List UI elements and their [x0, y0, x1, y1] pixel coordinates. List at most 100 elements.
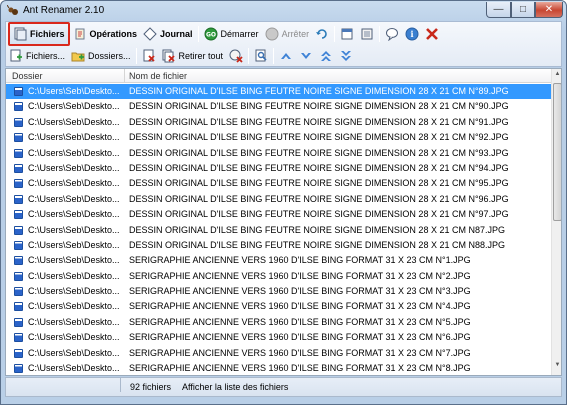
jpg-file-icon	[14, 210, 23, 220]
minimize-icon: —	[493, 4, 504, 15]
toolbar-separator	[379, 25, 381, 42]
row-folder: C:\Users\Seb\Deskto...	[28, 347, 120, 358]
jpg-file-icon	[14, 317, 23, 327]
table-row[interactable]: C:\Users\Seb\Deskto... DESSIN ORIGINAL D'…	[6, 84, 551, 100]
column-header-nom-de-fichier[interactable]: Nom de fichier	[129, 71, 187, 81]
jpg-file-icon	[14, 117, 23, 127]
jpg-file-icon	[14, 133, 23, 143]
operations-tab-button[interactable]: Opérations	[70, 24, 141, 43]
jpg-file-icon	[14, 179, 23, 189]
add-folders-button[interactable]: Dossiers...	[68, 46, 134, 65]
table-row[interactable]: C:\Users\Seb\Deskto... SERIGRAPHIE ANCIEN…	[6, 346, 551, 361]
jpg-file-icon	[14, 87, 23, 96]
toolbar-separator	[273, 47, 275, 64]
table-row[interactable]: C:\Users\Seb\Deskto... DESSIN ORIGINAL D'…	[6, 130, 551, 145]
add-folders-label: Dossiers...	[88, 50, 131, 61]
fichiers-tab-button[interactable]: Fichiers	[8, 21, 70, 46]
journal-label: Journal	[160, 28, 193, 39]
arreter-button[interactable]: Arrêter	[262, 24, 313, 43]
maximize-button[interactable]: □	[511, 2, 535, 18]
table-row[interactable]: C:\Users\Seb\Deskto... DESSIN ORIGINAL D'…	[6, 146, 551, 161]
fichiers-label: Fichiers	[30, 28, 65, 39]
arrow-down-icon	[301, 52, 312, 59]
table-row[interactable]: C:\Users\Seb\Deskto... SERIGRAPHIE ANCIEN…	[6, 330, 551, 345]
column-header-dossier[interactable]: Dossier	[12, 71, 43, 81]
table-row[interactable]: C:\Users\Seb\Deskto... SERIGRAPHIE ANCIEN…	[6, 315, 551, 330]
row-folder: C:\Users\Seb\Deskto...	[28, 209, 120, 220]
table-row[interactable]: C:\Users\Seb\Deskto... DESSIN ORIGINAL D'…	[6, 207, 551, 222]
scroll-thumb[interactable]	[553, 83, 561, 221]
row-folder: C:\Users\Seb\Deskto...	[28, 224, 120, 235]
info-icon: i	[405, 27, 419, 40]
vertical-scrollbar[interactable]: ▲ ▼	[551, 69, 561, 375]
row-folder: C:\Users\Seb\Deskto...	[28, 270, 120, 281]
app-window: Ant Renamer 2.10 — □ ✕ Fichiers Opératio…	[0, 0, 567, 405]
remove-selected-button[interactable]	[139, 46, 159, 65]
table-row[interactable]: C:\Users\Seb\Deskto... SERIGRAPHIE ANCIEN…	[6, 253, 551, 268]
double-arrow-up-icon	[321, 50, 332, 61]
demarrer-button[interactable]: GO Démarrer	[201, 24, 262, 43]
jpg-file-icon	[14, 240, 23, 250]
table-row[interactable]: C:\Users\Seb\Deskto... DESSIN ORIGINAL D'…	[6, 192, 551, 207]
maximize-icon: □	[519, 4, 527, 15]
row-filename: DESSIN ORIGINAL D'ILSE BING FEUTRE NOIRE…	[129, 86, 509, 96]
window-layout-button[interactable]	[337, 24, 357, 43]
journal-tab-button[interactable]: Journal	[140, 24, 196, 43]
remove-all-button[interactable]: Retirer tout	[159, 46, 227, 65]
list-header: Dossier Nom de fichier	[6, 69, 551, 83]
info-button[interactable]: i	[402, 24, 422, 43]
close-button[interactable]: ✕	[535, 2, 563, 18]
row-folder: C:\Users\Seb\Deskto...	[28, 239, 120, 250]
arrow-up-icon	[281, 52, 292, 59]
title-bar[interactable]: Ant Renamer 2.10 — □ ✕	[1, 1, 566, 21]
file-info-button[interactable]	[251, 46, 271, 65]
table-row[interactable]: C:\Users\Seb\Deskto... DESSIN ORIGINAL D'…	[6, 115, 551, 130]
jpg-file-icon	[14, 102, 23, 112]
row-folder: C:\Users\Seb\Deskto...	[28, 193, 120, 204]
jpg-file-icon	[14, 194, 23, 204]
minimize-button[interactable]: —	[486, 2, 511, 18]
row-filename: DESSIN ORIGINAL D'ILSE BING FEUTRE NOIRE…	[129, 209, 509, 220]
go-icon: GO	[204, 27, 218, 40]
row-filename: SERIGRAPHIE ANCIENNE VERS 1960 D'ILSE BI…	[129, 301, 471, 312]
move-top-button[interactable]	[316, 46, 336, 65]
table-row[interactable]: C:\Users\Seb\Deskto... SERIGRAPHIE ANCIEN…	[6, 299, 551, 314]
operations-label: Opérations	[89, 28, 138, 39]
row-folder: C:\Users\Seb\Deskto...	[28, 101, 120, 112]
ant-app-icon	[7, 5, 18, 15]
undo-button[interactable]	[312, 24, 332, 43]
remove-dead-button[interactable]	[226, 46, 246, 65]
add-files-button[interactable]: Fichiers...	[6, 46, 68, 65]
table-row[interactable]: C:\Users\Seb\Deskto... DESSIN ORIGINAL D'…	[6, 99, 551, 114]
settings-button[interactable]	[357, 24, 377, 43]
table-row[interactable]: C:\Users\Seb\Deskto... SERIGRAPHIE ANCIEN…	[6, 361, 551, 375]
row-filename: SERIGRAPHIE ANCIENNE VERS 1960 D'ILSE BI…	[129, 286, 471, 297]
move-up-button[interactable]	[276, 46, 296, 65]
table-row[interactable]: C:\Users\Seb\Deskto... DESSIN ORIGINAL D'…	[6, 161, 551, 176]
table-row[interactable]: C:\Users\Seb\Deskto... SERIGRAPHIE ANCIEN…	[6, 284, 551, 299]
scroll-up-icon[interactable]: ▲	[553, 71, 561, 82]
toolbar-separator	[248, 47, 250, 64]
row-filename: DESSIN ORIGINAL D'ILSE BING FEUTRE NOIRE…	[129, 162, 509, 173]
double-arrow-down-icon	[341, 50, 352, 61]
settings-icon	[361, 28, 373, 39]
scroll-down-icon[interactable]: ▼	[553, 362, 561, 373]
move-down-button[interactable]	[296, 46, 316, 65]
move-bottom-button[interactable]	[336, 46, 356, 65]
file-list[interactable]: Dossier Nom de fichier C:\Users\Seb\Desk…	[5, 68, 562, 376]
row-folder: C:\Users\Seb\Deskto...	[28, 255, 120, 266]
row-folder: C:\Users\Seb\Deskto...	[28, 132, 120, 143]
row-filename: DESSIN ORIGINAL D'ILSE BING FEUTRE NOIRE…	[129, 178, 509, 189]
table-row[interactable]: C:\Users\Seb\Deskto... DESSIN ORIGINAL D'…	[6, 238, 551, 253]
jpg-file-icon	[14, 348, 23, 358]
status-bar: 92 fichiers Afficher la liste des fichie…	[5, 377, 562, 397]
row-folder: C:\Users\Seb\Deskto...	[28, 316, 120, 327]
table-row[interactable]: C:\Users\Seb\Deskto... DESSIN ORIGINAL D'…	[6, 223, 551, 238]
exit-button[interactable]	[422, 24, 442, 43]
jpg-file-icon	[14, 287, 23, 297]
column-divider[interactable]	[124, 69, 125, 83]
row-filename: DESSIN ORIGINAL D'ILSE BING FEUTRE NOIRE…	[129, 116, 509, 127]
table-row[interactable]: C:\Users\Seb\Deskto... SERIGRAPHIE ANCIEN…	[6, 269, 551, 284]
table-row[interactable]: C:\Users\Seb\Deskto... DESSIN ORIGINAL D'…	[6, 176, 551, 191]
help-button[interactable]	[382, 24, 402, 43]
